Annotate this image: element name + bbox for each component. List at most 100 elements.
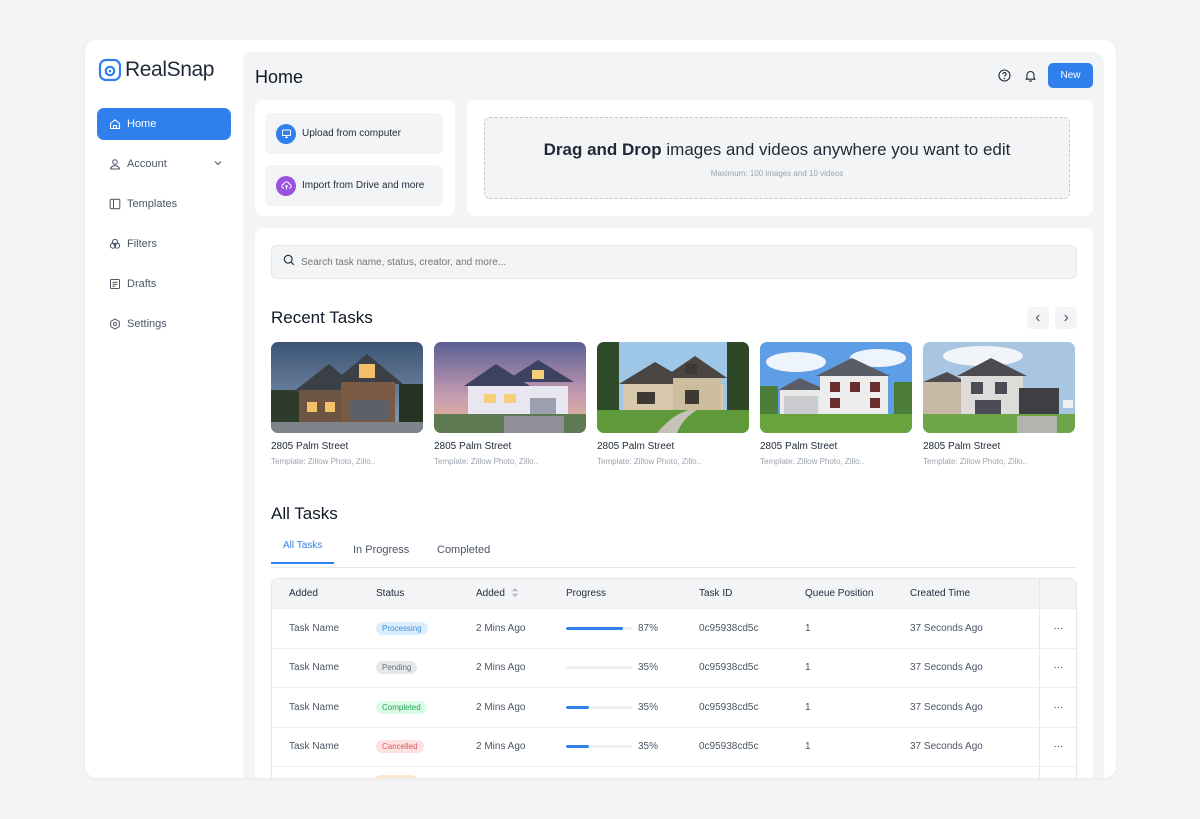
sidebar-item-filters[interactable]: Filters: [97, 228, 231, 260]
progress-bar: [566, 745, 632, 749]
created-time: 37 Seconds Ago: [910, 622, 983, 634]
tab-in-progress[interactable]: In Progress: [353, 532, 409, 568]
status-badge: Cancelled: [376, 740, 424, 754]
filter-icon: [108, 238, 121, 251]
dropzone-title-rest: images and videos anywhere you want to e…: [661, 140, 1011, 159]
recent-task-card[interactable]: 2805 Palm Street Template: Zillow Photo,…: [434, 342, 586, 466]
import-from-drive-button[interactable]: Import from Drive and more: [265, 165, 443, 206]
dropzone[interactable]: Drag and Drop images and videos anywhere…: [484, 117, 1070, 199]
recent-task-subtitle: Template: Zillow Photo, Zillo..: [434, 457, 539, 466]
house-photo: [597, 342, 749, 433]
status-cell: [376, 767, 416, 778]
progress-cell: 35%: [566, 728, 658, 767]
recent-task-title: 2805 Palm Street: [434, 441, 512, 452]
recent-task-subtitle: Template: Zillow Photo, Zillo..: [923, 457, 1028, 466]
column-header-sortable[interactable]: Added: [476, 579, 519, 608]
sidebar-item-label: Account: [127, 158, 167, 170]
table-row[interactable]: Task Name Cancelled 2 Mins Ago 35% 0c959…: [272, 726, 1076, 767]
actions-column-header: [1039, 579, 1076, 608]
column-header[interactable]: Task ID: [699, 579, 732, 608]
chevron-right-icon[interactable]: [1055, 307, 1077, 329]
more-options-icon[interactable]: ···: [1040, 609, 1076, 648]
user-icon: [108, 158, 121, 171]
logo-icon: [98, 58, 122, 82]
status-badge: Processing: [376, 621, 428, 635]
task-name: Task Name: [289, 741, 340, 753]
more-options-icon[interactable]: ···: [1040, 688, 1076, 727]
table-row[interactable]: Task Name Pending 2 Mins Ago 35% 0c95938…: [272, 647, 1076, 688]
sort-icon[interactable]: [511, 587, 519, 601]
tasks-table: Added Status Added Progress Task ID Queu…: [271, 578, 1077, 778]
table-row[interactable]: Task Name Completed 2 Mins Ago 35% 0c959…: [272, 687, 1076, 727]
recent-task-title: 2805 Palm Street: [271, 441, 349, 452]
added-time: 2 Mins Ago: [476, 622, 526, 634]
chevron-down-icon[interactable]: [213, 158, 223, 171]
row-actions: [1039, 767, 1076, 778]
task-name: Task Name: [289, 622, 340, 634]
recent-task-card[interactable]: 2805 Palm Street Template: Zillow Photo,…: [271, 342, 423, 466]
tab-completed[interactable]: Completed: [437, 532, 490, 568]
progress-fill: [566, 745, 590, 749]
column-header-label: Added: [476, 588, 505, 599]
task-tabs: All Tasks In Progress Completed: [271, 532, 1077, 568]
bell-icon[interactable]: [1022, 68, 1038, 84]
search-input[interactable]: [301, 256, 1001, 268]
queue-position: 1: [805, 662, 811, 674]
task-name: Task Name: [289, 662, 340, 674]
progress-label: 87%: [638, 622, 659, 634]
task-id: 0c95938cd5c: [699, 622, 759, 634]
table-header: Added Status Added Progress Task ID Queu…: [272, 579, 1076, 608]
dropzone-subtitle: Maximum: 100 images and 10 videos: [710, 169, 844, 178]
recent-task-subtitle: Template: Zillow Photo, Zillo..: [597, 457, 702, 466]
column-header[interactable]: Status: [376, 579, 404, 608]
sidebar-item-label: Templates: [127, 198, 178, 210]
created-time: 37 Seconds Ago: [910, 741, 983, 753]
more-options-icon[interactable]: ···: [1040, 728, 1076, 767]
row-actions: ···: [1039, 648, 1076, 688]
column-header[interactable]: Progress: [566, 579, 606, 608]
more-options-icon[interactable]: ···: [1040, 649, 1076, 688]
home-icon: [108, 118, 121, 131]
status-badge-partial: [376, 775, 416, 778]
table-row[interactable]: Task Name Processing 2 Mins Ago 87% 0c95…: [272, 608, 1076, 648]
status-badge: Pending: [376, 661, 418, 675]
column-header[interactable]: Created Time: [910, 579, 970, 608]
help-icon[interactable]: [996, 68, 1012, 84]
content-card: Recent Tasks: [255, 228, 1093, 778]
logo: RealSnap: [98, 58, 214, 82]
sidebar-item-templates[interactable]: Templates: [97, 188, 231, 220]
dropzone-title: Drag and Drop images and videos anywhere…: [485, 140, 1069, 160]
upload-from-computer-button[interactable]: Upload from computer: [265, 113, 443, 154]
recent-task-card[interactable]: 2805 Palm Street Template: Zillow Photo,…: [760, 342, 912, 466]
cloud-upload-icon: [276, 175, 296, 196]
table-row-partial[interactable]: [272, 766, 1076, 778]
added-time: 2 Mins Ago: [476, 662, 526, 674]
import-label: Import from Drive and more: [302, 180, 425, 191]
search-icon: [283, 253, 295, 271]
queue-position: 1: [805, 622, 811, 634]
recent-task-subtitle: Template: Zillow Photo, Zillo..: [760, 457, 865, 466]
new-button[interactable]: New: [1048, 63, 1093, 88]
recent-task-card[interactable]: 2805 Palm Street Template: Zillow Photo,…: [923, 342, 1075, 466]
status-cell: Completed: [376, 688, 427, 727]
queue-position: 1: [805, 701, 811, 713]
sidebar-item-drafts[interactable]: Drafts: [97, 268, 231, 300]
task-name: Task Name: [289, 701, 340, 713]
recent-task-subtitle: Template: Zillow Photo, Zillo..: [271, 457, 376, 466]
column-header[interactable]: Queue Position: [805, 579, 873, 608]
queue-position: 1: [805, 741, 811, 753]
recent-task-title: 2805 Palm Street: [923, 441, 1001, 452]
progress-label: 35%: [638, 741, 659, 753]
gear-icon: [108, 318, 121, 331]
column-header[interactable]: Added: [289, 579, 318, 608]
tab-all-tasks[interactable]: All Tasks: [271, 528, 335, 564]
sidebar-item-home[interactable]: Home: [97, 108, 231, 140]
sidebar-item-account[interactable]: Account: [97, 148, 231, 180]
chevron-left-icon[interactable]: [1027, 307, 1049, 329]
sidebar-item-settings[interactable]: Settings: [97, 308, 231, 340]
recent-task-card[interactable]: 2805 Palm Street Template: Zillow Photo,…: [597, 342, 749, 466]
template-icon: [108, 198, 121, 211]
upload-label: Upload from computer: [302, 128, 401, 139]
upload-card: Upload from computer Import from Drive a…: [255, 100, 455, 216]
recent-task-title: 2805 Palm Street: [597, 441, 675, 452]
